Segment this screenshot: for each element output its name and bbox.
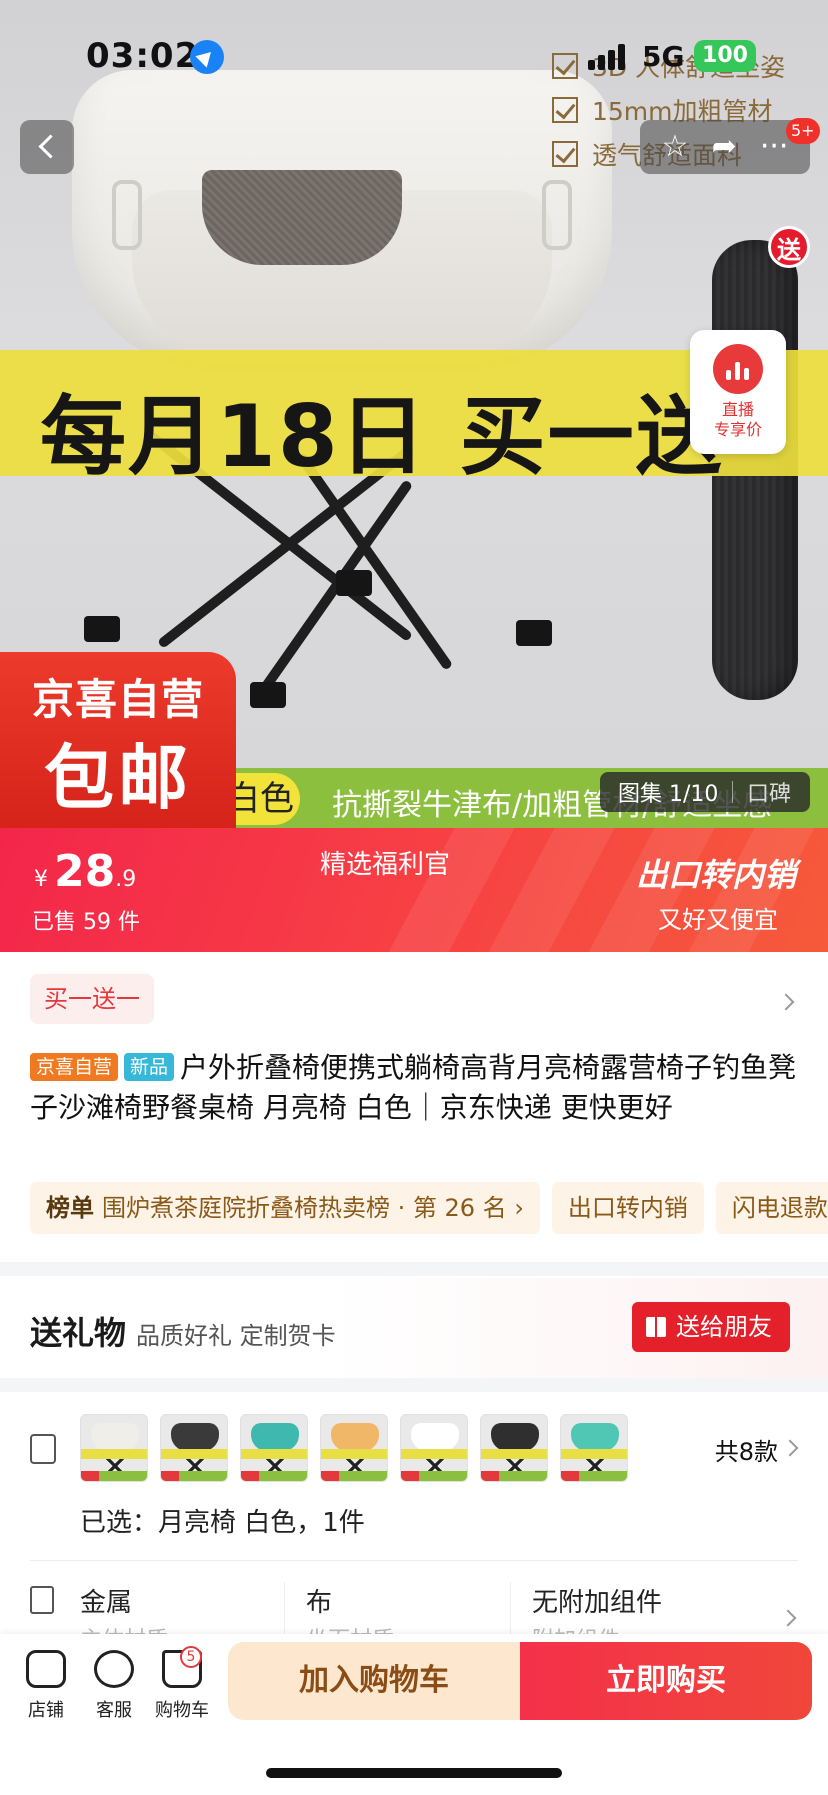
album-counter: 图集 1/10 <box>618 782 719 807</box>
more-icon[interactable]: ··· <box>760 132 789 162</box>
chevron-right-icon[interactable] <box>781 1439 799 1457</box>
chevron-right-icon[interactable] <box>777 993 795 1011</box>
variant-count[interactable]: 共8款 <box>715 1432 778 1467</box>
spec-value: 布 <box>306 1588 333 1618</box>
gift-badge: 送 <box>768 226 810 268</box>
variant-swatch[interactable] <box>240 1414 308 1482</box>
selected-variant[interactable]: 已选：月亮椅 白色，1件 <box>80 1502 365 1539</box>
star-icon[interactable]: ☆ <box>662 132 689 162</box>
product-detail-page: 3D 人体舒适坐姿 15mm加粗管材 透气舒适面料 每月18日 买一送 送 直播… <box>0 0 828 1795</box>
divider-line <box>30 1560 798 1561</box>
shop-button[interactable]: 店铺 <box>14 1650 78 1722</box>
chevron-right-icon[interactable] <box>779 1609 797 1627</box>
customer-service-button[interactable]: 客服 <box>82 1650 146 1722</box>
network-type: 5G <box>642 40 685 73</box>
chat-icon <box>94 1650 134 1688</box>
share-icon[interactable]: ➦ <box>712 132 737 162</box>
variant-swatch[interactable] <box>400 1414 468 1482</box>
live-card-line2: 专享价 <box>713 420 762 439</box>
rank-pill[interactable]: 榜单 围炉煮茶庭院折叠椅热卖榜 · 第 26 名 › <box>30 1182 540 1234</box>
send-to-friend-button[interactable]: 送给朋友 <box>632 1302 790 1352</box>
variant-swatches <box>80 1414 640 1482</box>
export-pill[interactable]: 出口转内销 <box>551 1182 704 1234</box>
variant-swatch[interactable] <box>560 1414 628 1482</box>
battery-icon: 100 <box>694 40 756 72</box>
promo-banner-text: 每月18日 买一送 <box>40 387 724 487</box>
gift-row: 送礼物 品质好礼 定制贺卡 送给朋友 <box>0 1278 828 1378</box>
variant-swatch[interactable] <box>160 1414 228 1482</box>
price-bar: ¥ 28 .9 已售 59 件 精选福利官 出口转内销 又好又便宜 <box>0 828 828 952</box>
message-badge: 5+ <box>786 118 820 144</box>
status-time: 03:02 <box>86 36 200 76</box>
refund-pill[interactable]: 闪电退款 <box>715 1182 828 1234</box>
reviews-link[interactable]: 口碑 <box>733 776 791 808</box>
signal-icon <box>588 44 628 70</box>
spec-icon <box>30 1586 54 1614</box>
gift-subtitle: 品质好礼 定制贺卡 <box>136 1322 336 1350</box>
cart-count-badge: 5 <box>180 1646 202 1668</box>
sold-count: 已售 59 件 <box>32 910 140 935</box>
jingxi-tag: 京喜自营 <box>30 1053 119 1081</box>
home-indicator[interactable] <box>266 1768 562 1778</box>
price: ¥ 28 .9 <box>34 846 137 897</box>
variant-swatch[interactable] <box>480 1414 548 1482</box>
section-divider <box>0 1262 828 1276</box>
live-card-line1: 直播 <box>721 400 754 419</box>
new-tag: 新品 <box>124 1053 175 1081</box>
spec-value: 金属 <box>80 1588 133 1618</box>
gift-icon <box>646 1317 666 1337</box>
variant-swatch[interactable] <box>320 1414 388 1482</box>
status-bar: 03:02 5G 100 <box>0 0 828 100</box>
promo-subtitle: 又好又便宜 <box>658 906 778 934</box>
welfare-label: 精选福利官 <box>320 850 451 880</box>
gift-title: 送礼物 <box>30 1314 127 1352</box>
check-icon <box>552 141 578 167</box>
check-icon <box>552 97 578 123</box>
back-button[interactable] <box>20 120 74 174</box>
variant-swatch[interactable] <box>80 1414 148 1482</box>
buy-one-get-one-tag[interactable]: 买一送一 <box>30 974 154 1024</box>
section-divider <box>0 1378 828 1392</box>
promo-title: 出口转内销 <box>635 856 796 894</box>
rank-row: 榜单 围炉煮茶庭院折叠椅热卖榜 · 第 26 名 › 出口转内销 闪电退款 <box>30 1182 828 1234</box>
add-to-cart-button[interactable]: 加入购物车 <box>228 1642 520 1720</box>
variant-icon <box>30 1434 56 1464</box>
jingxi-badge: 京喜自营 包邮 <box>0 652 236 830</box>
album-indicator[interactable]: 图集 1/10 口碑 <box>600 772 810 812</box>
chair-illustration <box>72 70 612 370</box>
product-image-gallery[interactable]: 3D 人体舒适坐姿 15mm加粗管材 透气舒适面料 每月18日 买一送 送 直播… <box>0 0 828 830</box>
product-title: 京喜自营 新品 户外折叠椅便携式躺椅高背月亮椅露营椅子钓鱼凳子沙滩椅野餐桌椅 月亮椅… <box>30 1048 800 1128</box>
location-icon <box>190 40 224 74</box>
live-price-card[interactable]: 直播 专享价 <box>690 330 786 454</box>
buy-now-button[interactable]: 立即购买 <box>520 1642 812 1720</box>
top-actions: ☆ ➦ ··· <box>640 120 810 174</box>
shop-icon <box>26 1650 66 1688</box>
spec-value: 无附加组件 <box>532 1588 663 1618</box>
live-stream-icon <box>713 344 763 394</box>
